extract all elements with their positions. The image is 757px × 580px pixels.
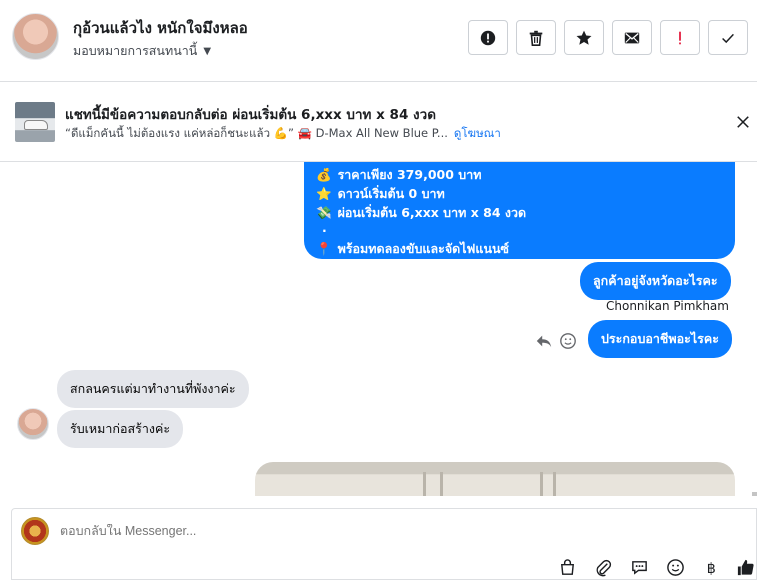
star-icon	[576, 30, 592, 45]
mark-done-button[interactable]	[708, 20, 748, 55]
sender-name: Chonnikan Pimkham	[606, 299, 729, 313]
alert-circle-icon	[480, 30, 496, 45]
view-ad-link[interactable]: ดูโฆษณา	[454, 125, 501, 143]
shopping-bag-icon[interactable]	[556, 556, 578, 578]
message-line: .	[322, 220, 327, 235]
follow-up-button[interactable]	[660, 20, 700, 55]
ad-title: แชทนี้มีข้อความตอบกลับต่อ ผ่อนเริ่มต้น 6…	[65, 107, 436, 123]
outgoing-message[interactable]: ประกอบอาชีพอะไรคะ	[588, 320, 732, 358]
saved-reply-icon[interactable]	[628, 556, 650, 578]
ad-thumbnail[interactable]	[15, 102, 55, 142]
ad-snippet: “ดีแม็กคันนี้ ไม่ต้องแรง แค่หล่อก็ชนะแล้…	[65, 126, 448, 140]
react-emoji-icon[interactable]	[559, 332, 577, 350]
svg-text:฿: ฿	[706, 561, 715, 577]
message-thread[interactable]: 💰 ราคาเพียง 379,000 บาท ⭐ ดาวน์เริ่มต้น 0 …	[0, 162, 757, 496]
message-line: 📍 พร้อมทดลองขับและจัดไฟแนนซ์	[316, 241, 510, 256]
incoming-message[interactable]: รับเหมาก่อสร้างค่ะ	[57, 410, 184, 448]
contact-avatar[interactable]	[12, 13, 59, 60]
scrollbar[interactable]	[752, 492, 757, 496]
incoming-message[interactable]: สกลนครแต่มาทำงานที่พังงาค่ะ	[57, 370, 249, 408]
checkmark-icon	[722, 33, 734, 43]
assign-label: มอบหมายการสนทนานี้	[73, 43, 198, 58]
mark-unread-button[interactable]	[612, 20, 652, 55]
message-line: 💰 ราคาเพียง 379,000 บาท	[316, 167, 482, 182]
reply-composer[interactable]: ฿	[11, 508, 757, 580]
paperclip-icon[interactable]	[592, 556, 614, 578]
outgoing-message[interactable]: ลูกค้าอยู่จังหวัดอะไรคะ	[580, 262, 731, 300]
envelope-icon	[624, 32, 640, 43]
contact-name[interactable]: กุอ้วนแล้วไง หนักใจมึงหลอ	[73, 16, 248, 40]
image-attachment[interactable]	[255, 462, 735, 496]
ad-snippet-row: “ดีแม็กคันนี้ ไม่ต้องแรง แค่หล่อก็ชนะแล้…	[65, 125, 501, 143]
thumbs-up-icon[interactable]	[734, 556, 756, 578]
trash-icon	[529, 30, 543, 46]
mark-spam-button[interactable]	[468, 20, 508, 55]
assign-conversation-dropdown[interactable]: มอบหมายการสนทนานี้ ▼	[73, 41, 211, 61]
delete-button[interactable]	[516, 20, 556, 55]
message-line: 💸 ผ่อนเริ่มต้น 6,xxx บาท x 84 งวด	[316, 205, 527, 220]
star-button[interactable]	[564, 20, 604, 55]
reply-icon[interactable]	[535, 332, 553, 350]
baht-icon[interactable]: ฿	[700, 556, 722, 578]
contact-avatar-small[interactable]	[17, 408, 49, 440]
message-line: ⭐ ดาวน์เริ่มต้น 0 บาท	[316, 186, 445, 201]
close-icon[interactable]	[733, 112, 753, 132]
message-actions	[535, 332, 577, 350]
outgoing-ad-message[interactable]: 💰 ราคาเพียง 379,000 บาท ⭐ ดาวน์เริ่มต้น 0 …	[304, 162, 735, 259]
emoji-icon[interactable]	[664, 556, 686, 578]
ad-context-banner: แชทนี้มีข้อความตอบกลับต่อ ผ่อนเริ่มต้น 6…	[0, 82, 757, 162]
page-avatar	[21, 517, 49, 545]
conversation-header: กุอ้วนแล้วไง หนักใจมึงหลอ มอบหมายการสนทน…	[0, 0, 757, 82]
message-input[interactable]	[60, 524, 221, 538]
caret-down-icon: ▼	[203, 45, 212, 57]
exclamation-icon	[679, 31, 681, 44]
